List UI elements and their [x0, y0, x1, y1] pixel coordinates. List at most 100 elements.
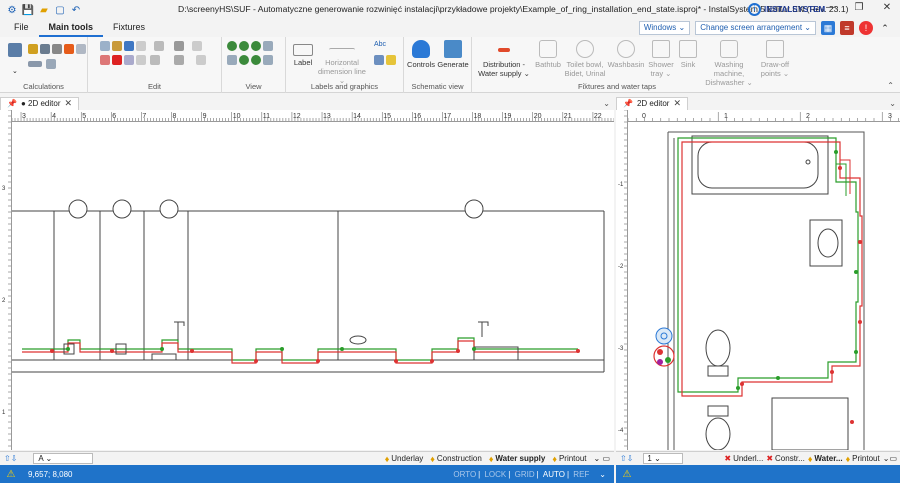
- warning-icon[interactable]: ⚠: [622, 469, 632, 480]
- washbasin-button[interactable]: Washbasin: [608, 40, 644, 69]
- group-icon[interactable]: [196, 55, 206, 65]
- draw-off-button[interactable]: Draw-off points ⌄: [758, 40, 792, 78]
- refresh-icon[interactable]: [263, 55, 273, 65]
- up-arrow-icon[interactable]: ⇧⇩: [4, 454, 17, 463]
- layer-printout[interactable]: ♦ Printout: [846, 454, 880, 464]
- arrow-icon[interactable]: [52, 44, 62, 54]
- zoom-window-icon[interactable]: [251, 41, 261, 51]
- select-icon[interactable]: [136, 41, 146, 51]
- tab-main-tools[interactable]: Main tools: [38, 20, 104, 37]
- note-icon[interactable]: [386, 55, 396, 65]
- right-drawing-canvas[interactable]: [628, 122, 900, 450]
- zoom-next-icon[interactable]: [251, 55, 261, 65]
- tab-fixtures[interactable]: Fixtures: [103, 20, 155, 37]
- left-drawing-canvas[interactable]: [12, 122, 614, 450]
- panel-menu-icon[interactable]: ⌄: [889, 99, 896, 108]
- fire-icon[interactable]: [64, 44, 74, 54]
- layer-select[interactable]: 1 ⌄: [643, 453, 684, 464]
- mode-ref[interactable]: REF: [573, 470, 589, 479]
- layer-water-supply[interactable]: ♦ Water supply: [489, 454, 546, 464]
- layer-menu-icon[interactable]: ⌄ ▭: [594, 454, 610, 463]
- controls-button[interactable]: Controls: [406, 40, 436, 69]
- sink-button[interactable]: Sink: [676, 40, 700, 69]
- hidden-icon: ✖: [766, 454, 774, 463]
- zoom-prev-icon[interactable]: [239, 55, 249, 65]
- layer-construction[interactable]: ✖ Constr...: [766, 454, 805, 463]
- windows-dropdown[interactable]: Windows ⌄: [638, 21, 691, 35]
- layer-printout[interactable]: ♦ Printout: [552, 454, 586, 464]
- up-arrow-icon[interactable]: ⇧⇩: [620, 454, 633, 463]
- panel-menu-icon[interactable]: ⌄: [603, 99, 610, 108]
- mode-orto[interactable]: ORTO: [453, 470, 476, 479]
- duplicate-icon[interactable]: [124, 55, 134, 65]
- image-icon[interactable]: [374, 55, 384, 65]
- left-ruler-ticks: 3 4 5 6 7 8 9 10 11 12 13 14 15 16 17 18 19 20 21 22: [12, 112, 614, 121]
- report-icon[interactable]: [40, 44, 50, 54]
- chevron-up-icon[interactable]: ⌃: [878, 21, 892, 35]
- chart-icon[interactable]: [46, 59, 56, 69]
- layer-underlay[interactable]: ♦ Underlay: [385, 454, 424, 464]
- ruler-label: 20: [534, 113, 542, 120]
- tab-2d-editor-left[interactable]: 📌 ● 2D editor ✕: [0, 96, 80, 110]
- drawing-modes: ORTO | LOCK | GRID | AUTO | REF: [453, 469, 590, 479]
- list-icon[interactable]: [28, 61, 42, 67]
- layer-water-supply[interactable]: ♦ Water...: [808, 454, 843, 464]
- new-file-icon[interactable]: ▢: [54, 4, 66, 16]
- zoom-all-icon[interactable]: [263, 41, 273, 51]
- change-arrangement-dropdown[interactable]: Change screen arrangement ⌄: [695, 21, 816, 35]
- layer-construction[interactable]: ♦ Construction: [430, 454, 482, 464]
- table-icon[interactable]: [28, 44, 38, 54]
- close-tab-icon[interactable]: ✕: [64, 98, 72, 109]
- distribute-icon[interactable]: [174, 55, 184, 65]
- zoom-out-icon[interactable]: [239, 41, 249, 51]
- layer-select[interactable]: A ⌄: [33, 453, 94, 464]
- horizontal-dimension-button[interactable]: Horizontal dimension line ⌄: [316, 40, 368, 85]
- dropdown-icon[interactable]: ⌄: [12, 67, 18, 75]
- distribution-button[interactable]: Distribution - Water supply ⌄: [476, 40, 532, 78]
- layout-icon[interactable]: ▦: [821, 21, 835, 35]
- flask-icon[interactable]: [76, 44, 86, 54]
- pan-icon[interactable]: [227, 55, 237, 65]
- modes-menu-icon[interactable]: ⌄: [599, 470, 606, 479]
- array-icon[interactable]: [136, 55, 146, 65]
- warning-icon[interactable]: ⚠: [6, 469, 16, 480]
- paste-icon[interactable]: [112, 41, 122, 51]
- mode-grid[interactable]: GRID: [515, 470, 535, 479]
- app-icon[interactable]: ⚙: [6, 4, 18, 16]
- rotate-icon[interactable]: [150, 55, 160, 65]
- tab-2d-editor-right[interactable]: 📌 2D editor ✕: [616, 96, 688, 110]
- clipboard-icon[interactable]: [124, 41, 134, 51]
- save-icon[interactable]: 💾: [22, 4, 34, 16]
- ruler-label: 8: [173, 113, 177, 120]
- shower-button[interactable]: Shower tray ⌄: [646, 40, 676, 78]
- database-icon[interactable]: ≡: [840, 21, 854, 35]
- mirror-icon[interactable]: [154, 41, 164, 51]
- label-button[interactable]: Label: [290, 40, 316, 67]
- open-folder-icon[interactable]: ▰: [38, 4, 50, 16]
- minimize-button[interactable]: —: [822, 2, 840, 13]
- delete-icon[interactable]: [112, 55, 122, 65]
- generate-button[interactable]: Generate: [437, 40, 469, 69]
- washing-machine-button[interactable]: Washing machine, Dishwasher ⌄: [700, 40, 758, 87]
- help-icon[interactable]: !: [859, 21, 873, 35]
- toilet-button[interactable]: Toilet bowl, Bidet, Urinal ⌄: [564, 40, 606, 87]
- layer-menu-icon[interactable]: ⌄▭: [883, 454, 897, 463]
- cut-icon[interactable]: [100, 55, 110, 65]
- zoom-in-icon[interactable]: [227, 41, 237, 51]
- restore-button[interactable]: ❐: [850, 2, 868, 13]
- close-tab-icon[interactable]: ✕: [673, 98, 681, 109]
- move-icon[interactable]: [174, 41, 184, 51]
- align-icon[interactable]: [192, 41, 202, 51]
- mode-auto[interactable]: AUTO: [543, 470, 565, 479]
- collapse-ribbon-icon[interactable]: ⌃: [887, 81, 894, 90]
- text-style-icon[interactable]: Abc: [374, 41, 392, 51]
- undo-icon[interactable]: ↶: [70, 4, 82, 16]
- calc-icon[interactable]: [8, 43, 22, 57]
- close-button[interactable]: ✕: [878, 2, 896, 13]
- mode-lock[interactable]: LOCK: [484, 470, 506, 479]
- bathtub-button[interactable]: Bathtub: [532, 40, 564, 69]
- tab-file[interactable]: File: [0, 20, 39, 37]
- layer-underlay[interactable]: ✖ Underl...: [724, 454, 763, 463]
- status-bar: ⚠ 9,657; 8,080 ORTO | LOCK | GRID | AUTO | R…: [0, 465, 614, 483]
- copy-icon[interactable]: [100, 41, 110, 51]
